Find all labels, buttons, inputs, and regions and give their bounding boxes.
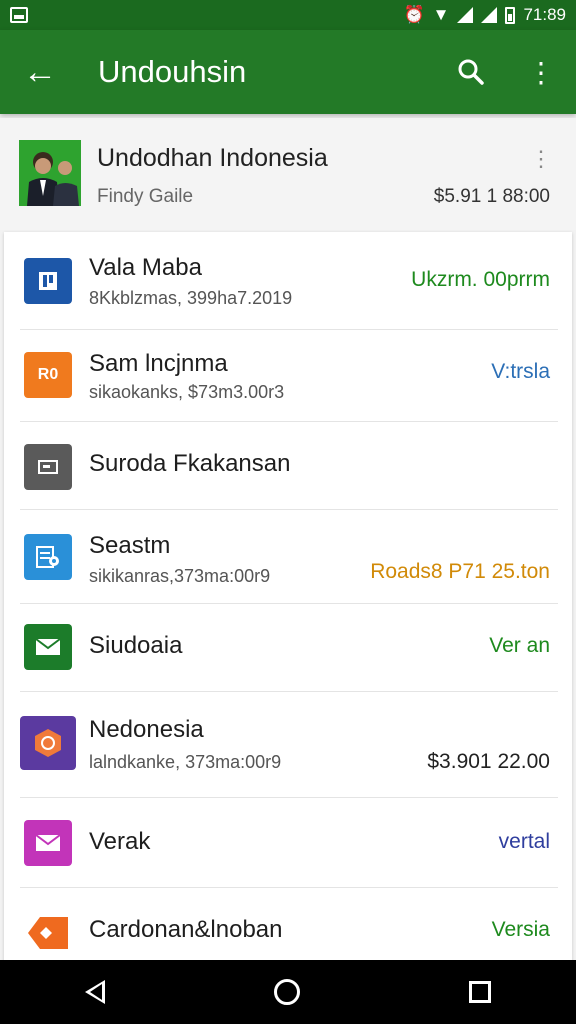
list-item[interactable]: Nedonesia lalndkanke, 373ma:00r9 $3.901 … (4, 692, 572, 798)
item-title: Seastm (89, 532, 171, 559)
list-item[interactable]: Siudoaia Ver an (4, 604, 572, 692)
card-icon (24, 444, 72, 490)
status-icons: ⏰ ▼ 71:89 (403, 5, 566, 25)
nav-recents-icon[interactable] (469, 981, 492, 1003)
notes-icon (24, 534, 72, 580)
list-item[interactable]: Seastm sikikanras,373ma:00r9 Roads8 P71 … (4, 510, 572, 604)
item-subtitle: sikaokanks, $73m3.00r3 (89, 382, 285, 402)
item-title: Verak (89, 828, 151, 855)
nav-back-icon[interactable] (84, 980, 105, 1004)
account-subtitle: Findy Gaile (97, 186, 194, 207)
back-arrow-icon[interactable]: ← (0, 30, 80, 114)
document-icon (24, 258, 72, 304)
list-item[interactable]: Vala Maba 8Kkblzmas, 399ha7.2019 Ukzrm. … (4, 232, 572, 330)
badge-icon (20, 716, 76, 770)
item-value: Ukzrm. 00prrm (411, 268, 550, 291)
alarm-icon: ⏰ (403, 5, 425, 24)
app-bar: ← Undouhsin ⋮ (0, 30, 576, 114)
more-menu-icon[interactable]: ⋮ (506, 30, 576, 114)
system-nav-bar (0, 960, 576, 1024)
search-icon[interactable] (436, 30, 506, 114)
account-amount: $5.91 1 88:00 (433, 186, 550, 207)
signal-icon (457, 7, 474, 23)
transaction-list: Vala Maba 8Kkblzmas, 399ha7.2019 Ukzrm. … (4, 232, 572, 962)
item-value: Ver an (489, 634, 550, 657)
item-subtitle: sikikanras,373ma:00r9 (89, 566, 271, 586)
item-value: V:trsla (491, 360, 550, 383)
status-time: 71:89 (523, 5, 566, 24)
wifi-icon: ▼ (432, 5, 450, 24)
mail-icon (24, 624, 72, 670)
status-bar: ⏰ ▼ 71:89 (0, 0, 576, 30)
account-name: Undodhan Indonesia (97, 144, 328, 172)
avatar (19, 140, 81, 206)
page-title: Undouhsin (98, 54, 247, 89)
account-more-icon[interactable]: ⋮ (530, 146, 552, 172)
item-title: Nedonesia (89, 716, 204, 743)
item-subtitle: lalndkanke, 373ma:00r9 (89, 752, 282, 772)
item-value: Versia (491, 918, 550, 941)
signal-icon-2 (481, 7, 498, 23)
nav-home-icon[interactable] (273, 979, 300, 1005)
item-title: Sam lncjnma (89, 350, 228, 377)
item-title: Vala Maba (89, 254, 202, 281)
tag-icon (24, 910, 72, 956)
briefcase-icon: R0 (24, 352, 72, 398)
item-title: Suroda Fkakansan (89, 450, 291, 477)
account-header[interactable]: Undodhan Indonesia Findy Gaile $5.91 1 8… (0, 118, 576, 230)
item-title: Cardonan&lnoban (89, 916, 283, 943)
notification-icon (10, 7, 28, 23)
battery-icon (505, 6, 516, 24)
item-value: $3.901 22.00 (427, 750, 550, 773)
item-title: Siudoaia (89, 632, 183, 659)
envelope-icon (24, 820, 72, 866)
item-value: Roads8 P71 25.ton (370, 560, 550, 583)
list-item[interactable]: Cardonan&lnoban Versia (4, 888, 572, 962)
list-item[interactable]: Suroda Fkakansan (4, 422, 572, 510)
list-item[interactable]: Verak vertal (4, 798, 572, 888)
item-subtitle: 8Kkblzmas, 399ha7.2019 (89, 288, 293, 308)
list-item[interactable]: R0 Sam lncjnma sikaokanks, $73m3.00r3 V:… (4, 330, 572, 422)
item-value: vertal (498, 830, 550, 853)
